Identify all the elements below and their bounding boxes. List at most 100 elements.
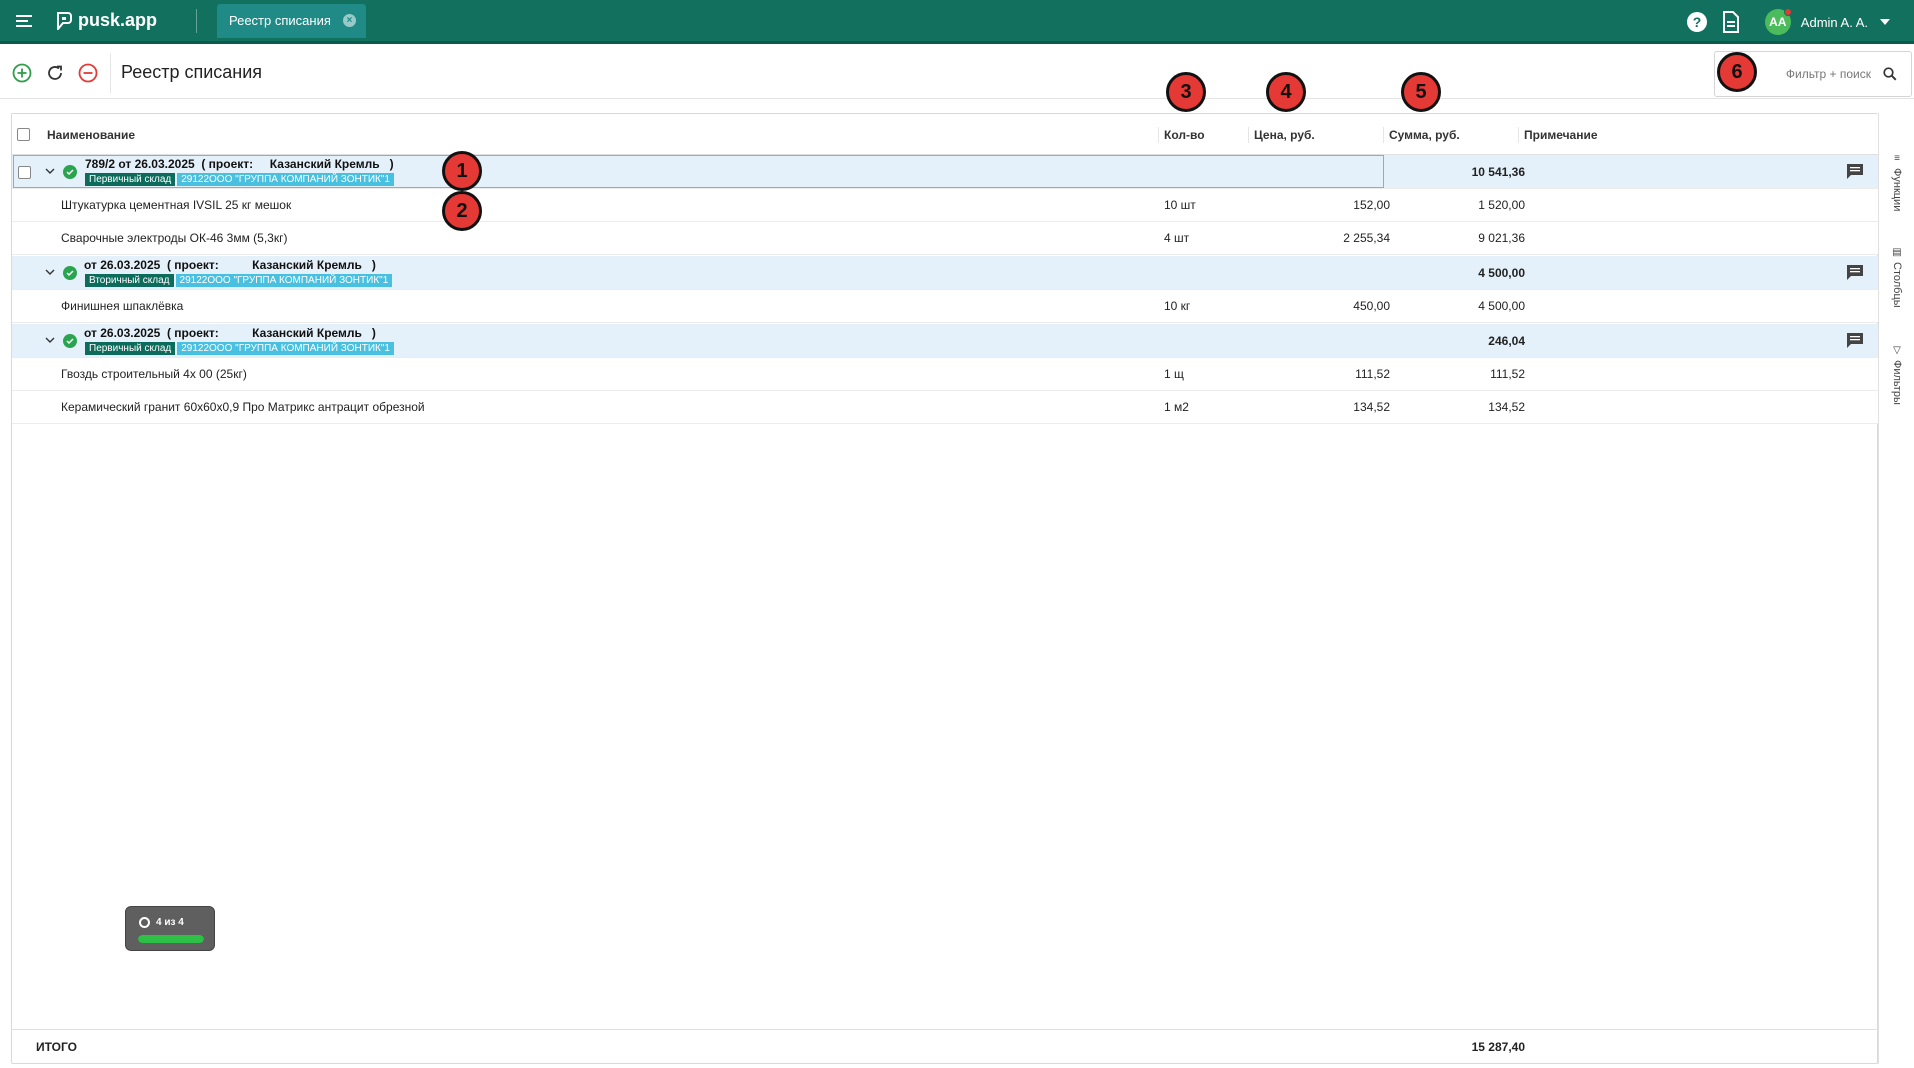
chevron-down-icon[interactable] bbox=[45, 335, 55, 345]
item-sum: 4 500,00 bbox=[1478, 299, 1525, 313]
side-tab-filters[interactable]: ▽ Фильтры bbox=[1887, 345, 1907, 405]
group-row[interactable]: 789/2 от 26.03.2025 ( проект: Казанский … bbox=[12, 155, 1878, 189]
notification-dot bbox=[1783, 8, 1792, 16]
refresh-button[interactable] bbox=[43, 61, 67, 85]
columns-icon: ▤ bbox=[1892, 247, 1902, 258]
svg-text:?: ? bbox=[1693, 14, 1702, 30]
help-icon[interactable]: ? bbox=[1685, 10, 1709, 34]
data-grid: Наименование Кол-во Цена, руб. Сумма, ру… bbox=[11, 113, 1879, 1064]
comment-icon[interactable] bbox=[1846, 332, 1864, 349]
company-badge: 29122ООО "ГРУППА КОМПАНИЙ ЗОНТИК"1 bbox=[177, 342, 394, 355]
item-sum: 9 021,36 bbox=[1478, 231, 1525, 245]
side-tab-label: Фильтры bbox=[1891, 360, 1903, 405]
group-title: 789/2 от 26.03.2025 ( проект: Казанский … bbox=[85, 157, 394, 171]
tab-writeoff-registry[interactable]: Реестр списания × bbox=[217, 3, 366, 38]
column-separator[interactable] bbox=[1383, 127, 1384, 143]
column-header-note[interactable]: Примечание bbox=[1524, 114, 1598, 155]
progress-text: 4 из 4 bbox=[156, 917, 184, 928]
tab-label: Реестр списания bbox=[229, 13, 331, 28]
user-name[interactable]: Admin A. A. bbox=[1801, 15, 1868, 30]
table-row[interactable]: Штукатурка цементная IVSIL 25 кг мешок 1… bbox=[12, 189, 1878, 222]
grand-total-row: ИТОГО 15 287,40 bbox=[12, 1029, 1878, 1064]
table-row[interactable]: Финишнея шпаклёвка 10 кг 450,00 4 500,00 bbox=[12, 290, 1878, 323]
table-row[interactable]: Гвоздь строительный 4х 00 (25кг) 1 щ 111… bbox=[12, 358, 1878, 391]
top-navbar: pusk.app Реестр списания × ? AA Admin A.… bbox=[0, 0, 1914, 44]
item-price: 450,00 bbox=[1353, 299, 1390, 313]
grid-header: Наименование Кол-во Цена, руб. Сумма, ру… bbox=[12, 114, 1879, 155]
search-icon[interactable] bbox=[1883, 67, 1897, 81]
document-icon[interactable] bbox=[1719, 10, 1743, 34]
avatar[interactable]: AA bbox=[1764, 8, 1792, 35]
remove-button[interactable] bbox=[76, 61, 100, 85]
app-logo[interactable]: pusk.app bbox=[56, 10, 196, 31]
chevron-down-icon[interactable] bbox=[45, 166, 55, 176]
check-circle-icon bbox=[63, 334, 77, 348]
close-icon[interactable]: × bbox=[342, 14, 356, 27]
column-header-name[interactable]: Наименование bbox=[47, 114, 135, 155]
side-tab-functions[interactable]: ≡ Функции bbox=[1887, 153, 1907, 211]
table-row[interactable]: Сварочные электроды ОК-46 3мм (5,3кг) 4 … bbox=[12, 222, 1878, 255]
comment-icon[interactable] bbox=[1846, 264, 1864, 281]
toolbar: Реестр списания Фильтр + поиск bbox=[0, 47, 1914, 99]
item-qty: 10 кг bbox=[1164, 299, 1191, 313]
group-total: 246,04 bbox=[1488, 333, 1525, 348]
comment-icon[interactable] bbox=[1846, 163, 1864, 180]
group-title: от 26.03.2025 ( проект: Казанский Кремль… bbox=[84, 326, 376, 340]
group-row[interactable]: от 26.03.2025 ( проект: Казанский Кремль… bbox=[12, 256, 1878, 290]
avatar-initials: AA bbox=[1769, 15, 1787, 29]
progress-badge: 4 из 4 bbox=[125, 906, 215, 951]
chevron-down-icon[interactable] bbox=[45, 267, 55, 277]
add-button[interactable] bbox=[10, 61, 34, 85]
item-sum: 111,52 bbox=[1490, 367, 1525, 381]
table-row[interactable]: Керамический гранит 60х60х0,9 Про Матрик… bbox=[12, 391, 1878, 424]
item-name: Гвоздь строительный 4х 00 (25кг) bbox=[61, 367, 247, 381]
chevron-down-icon[interactable] bbox=[1880, 19, 1890, 25]
column-header-qty[interactable]: Кол-во bbox=[1164, 114, 1205, 155]
progress-fill bbox=[138, 935, 204, 943]
column-header-sum[interactable]: Сумма, руб. bbox=[1389, 114, 1460, 155]
logo-text: pusk.app bbox=[78, 10, 158, 30]
row-checkbox[interactable] bbox=[18, 166, 31, 179]
warehouse-badge: Первичный склад bbox=[85, 173, 176, 186]
divider bbox=[196, 8, 197, 33]
group-tags: Первичный склад 29122ООО "ГРУППА КОМПАНИ… bbox=[85, 173, 396, 186]
side-tab-label: Функции bbox=[1891, 168, 1903, 212]
side-panel: ≡ Функции ▤ Столбцы ▽ Фильтры bbox=[1878, 113, 1914, 1064]
item-price: 134,52 bbox=[1353, 400, 1390, 414]
logo-mark-icon bbox=[57, 11, 72, 30]
column-separator[interactable] bbox=[1518, 127, 1519, 143]
menu-lines-icon: ≡ bbox=[1894, 153, 1900, 164]
minus-circle-icon bbox=[78, 63, 98, 82]
group-tags: Первичный склад 29122ООО "ГРУППА КОМПАНИ… bbox=[85, 342, 396, 355]
side-tab-columns[interactable]: ▤ Столбцы bbox=[1887, 247, 1907, 308]
item-name: Сварочные электроды ОК-46 3мм (5,3кг) bbox=[61, 231, 288, 245]
refresh-icon bbox=[48, 65, 62, 80]
group-tags: Вторичный склад 29122ООО "ГРУППА КОМПАНИ… bbox=[85, 274, 394, 287]
column-separator[interactable] bbox=[1248, 127, 1249, 143]
group-total: 10 541,36 bbox=[1471, 164, 1525, 179]
callout-marker: 2 bbox=[442, 191, 482, 231]
select-all-checkbox[interactable] bbox=[17, 114, 30, 155]
item-price: 152,00 bbox=[1353, 198, 1390, 212]
item-name: Керамический гранит 60х60х0,9 Про Матрик… bbox=[61, 400, 425, 414]
hamburger-menu-icon[interactable] bbox=[0, 0, 48, 43]
item-sum: 134,52 bbox=[1488, 400, 1525, 414]
warehouse-badge: Вторичный склад bbox=[85, 274, 174, 287]
grand-total-label: ИТОГО bbox=[36, 1040, 77, 1054]
group-total: 4 500,00 bbox=[1478, 265, 1525, 280]
item-price: 2 255,34 bbox=[1343, 231, 1390, 245]
check-circle-icon bbox=[63, 165, 77, 179]
item-qty: 4 шт bbox=[1164, 231, 1190, 245]
group-row[interactable]: от 26.03.2025 ( проект: Казанский Кремль… bbox=[12, 324, 1878, 358]
divider bbox=[110, 52, 111, 93]
filter-icon: ▽ bbox=[1893, 345, 1901, 356]
callout-marker: 6 bbox=[1717, 52, 1757, 92]
callout-marker: 3 bbox=[1166, 72, 1206, 112]
item-name: Штукатурка цементная IVSIL 25 кг мешок bbox=[61, 198, 292, 212]
check-circle-icon bbox=[63, 266, 77, 280]
column-header-price[interactable]: Цена, руб. bbox=[1254, 114, 1315, 155]
grand-total-value: 15 287,40 bbox=[1471, 1040, 1525, 1054]
loader-icon bbox=[139, 917, 150, 928]
item-sum: 1 520,00 bbox=[1478, 198, 1525, 212]
column-separator[interactable] bbox=[1158, 127, 1159, 143]
